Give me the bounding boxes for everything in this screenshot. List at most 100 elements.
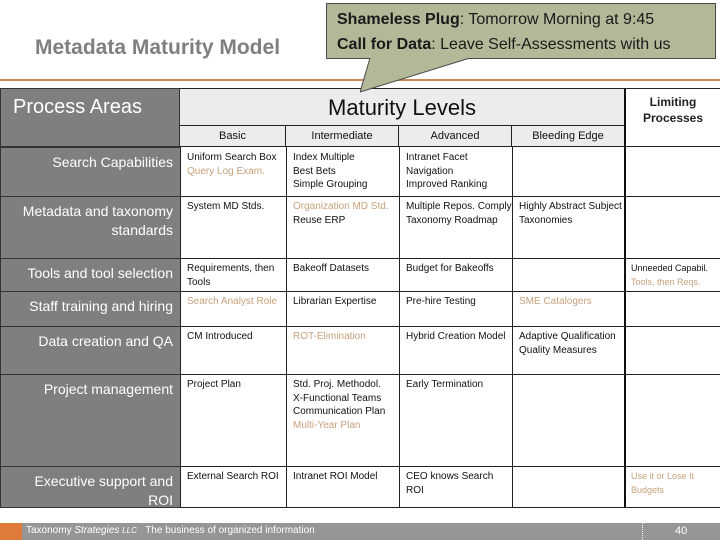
cell-item: Multi-Year Plan xyxy=(293,419,361,431)
cell-basic: CM Introduced xyxy=(180,326,286,374)
cell-basic: Requirements, then Tools xyxy=(180,258,286,291)
cell-item: Query Log Exam. xyxy=(187,165,265,177)
callout-text-1: : Tomorrow Morning at 9:45 xyxy=(459,11,655,28)
process-area-label: Project management xyxy=(0,374,180,466)
callout-line-2: Call for Data: Leave Self-Assessments wi… xyxy=(337,32,715,57)
cell-advanced: Budget for Bakeoffs xyxy=(399,258,512,291)
page-number: 40 xyxy=(675,525,688,537)
process-area-label: Executive support and ROI xyxy=(0,466,180,508)
cell-bleeding: Highly Abstract Subject Taxonomies xyxy=(512,196,624,258)
process-areas-header: Process Areas xyxy=(0,88,180,147)
footer-company: Taxonomy xyxy=(26,525,72,536)
cell-intermediate: ROT-Elimination xyxy=(286,326,399,374)
cell-item: Quality Measures xyxy=(519,344,597,356)
cell-item: Requirements, then Tools xyxy=(187,263,275,288)
footer-text: Taxonomy Strategies LLC The business of … xyxy=(26,525,315,536)
cell-item: ROT-Elimination xyxy=(293,331,366,342)
limiting-header-line-1: Limiting xyxy=(649,95,697,109)
callout-line-1: Shameless Plug: Tomorrow Morning at 9:45 xyxy=(337,7,715,32)
level-header-basic: Basic xyxy=(180,126,286,147)
cell-item: X-Functional Teams xyxy=(293,392,382,404)
cell-limiting: Unneeded Capabil. Tools, then Reqs. xyxy=(626,258,720,291)
cell-item: Simple Grouping xyxy=(293,179,368,190)
cell-item: Budget for Bakeoffs xyxy=(406,263,494,274)
cell-bleeding xyxy=(512,258,624,291)
cell-item: Index Multiple xyxy=(293,152,355,163)
cell-basic: Project Plan xyxy=(180,374,286,466)
cell-basic: Uniform Search Box Query Log Exam. xyxy=(180,147,286,196)
cell-item: System MD Stds. xyxy=(187,201,265,212)
cell-bleeding xyxy=(512,374,624,466)
footer-company-suffix: LLC xyxy=(122,526,137,535)
cell-item: Communication Plan xyxy=(293,406,386,417)
footer-company-italic: Strategies xyxy=(74,525,120,536)
cell-basic: Search Analyst Role xyxy=(180,291,286,326)
footer-tagline: The business of organized information xyxy=(145,525,315,536)
cell-item: Highly Abstract Subject xyxy=(519,201,622,212)
cell-limiting xyxy=(626,326,720,374)
cell-item: Taxonomies xyxy=(519,214,573,226)
callout-label-1: Shameless Plug xyxy=(337,11,460,28)
cell-item: Taxonomy Roadmap xyxy=(406,214,498,226)
cell-item: Tools, then Reqs. xyxy=(631,276,701,287)
cell-advanced: Intranet Facet Navigation Improved Rankin… xyxy=(399,147,512,196)
level-header-bleeding-edge: Bleeding Edge xyxy=(512,126,624,147)
cell-item: Use it or Lose It Budgets xyxy=(631,471,695,495)
callout-box: Shameless Plug: Tomorrow Morning at 9:45… xyxy=(326,3,716,59)
company-logo-icon xyxy=(0,523,22,540)
cell-limiting xyxy=(626,147,720,196)
cell-item: Intranet Facet Navigation xyxy=(406,152,468,177)
cell-advanced: CEO knows Search ROI xyxy=(399,466,512,508)
cell-intermediate: Index Multiple Best Bets Simple Grouping xyxy=(286,147,399,196)
cell-advanced: Pre-hire Testing xyxy=(399,291,512,326)
cell-item: Intranet ROI Model xyxy=(293,471,378,482)
process-area-label: Search Capabilities xyxy=(0,147,180,196)
limiting-header-line-2: Processes xyxy=(642,111,704,125)
process-area-label: Staff training and hiring xyxy=(0,291,180,326)
cell-bleeding xyxy=(512,466,624,508)
cell-limiting: Use it or Lose It Budgets xyxy=(626,466,720,508)
slide-title: Metadata Maturity Model xyxy=(35,36,281,59)
cell-item: Hybrid Creation Model xyxy=(406,331,506,342)
process-area-label: Data creation and QA xyxy=(0,326,180,374)
cell-item: Std. Proj. Methodol. xyxy=(293,379,381,390)
cell-item: External Search ROI xyxy=(187,471,279,482)
cell-item: Project Plan xyxy=(187,379,241,390)
cell-advanced: Multiple Repos. Comply Taxonomy Roadmap xyxy=(399,196,512,258)
limiting-processes-header: Limiting Processes xyxy=(624,88,720,147)
cell-bleeding: Adaptive Qualification Quality Measures xyxy=(512,326,624,374)
cell-bleeding xyxy=(512,147,624,196)
maturity-table: Process Areas Maturity Levels Basic Inte… xyxy=(0,88,720,508)
cell-intermediate: Bakeoff Datasets xyxy=(286,258,399,291)
footer-bar: Taxonomy Strategies LLC The business of … xyxy=(0,518,720,540)
cell-limiting xyxy=(626,291,720,326)
cell-item: Librarian Expertise xyxy=(293,296,377,307)
cell-item: Unneeded Capabil. xyxy=(631,263,709,273)
cell-item: Best Bets xyxy=(293,165,336,177)
cell-intermediate: Organization MD Std. Reuse ERP xyxy=(286,196,399,258)
cell-advanced: Early Termination xyxy=(399,374,512,466)
cell-item: Early Termination xyxy=(406,379,484,390)
cell-limiting xyxy=(626,196,720,258)
cell-item: Multiple Repos. Comply xyxy=(406,201,512,212)
cell-item: Adaptive Qualification xyxy=(519,331,616,342)
cell-item: Bakeoff Datasets xyxy=(293,263,369,274)
level-header-advanced: Advanced xyxy=(399,126,512,147)
cell-item: SME Catalogers xyxy=(519,296,592,307)
cell-limiting xyxy=(626,374,720,466)
callout-pointer xyxy=(360,58,471,93)
cell-basic: System MD Stds. xyxy=(180,196,286,258)
level-header-intermediate: Intermediate xyxy=(286,126,399,147)
callout-label-2: Call for Data xyxy=(337,36,432,53)
cell-item: Pre-hire Testing xyxy=(406,296,476,307)
cell-item: Reuse ERP xyxy=(293,214,346,226)
cell-bleeding: SME Catalogers xyxy=(512,291,624,326)
cell-intermediate: Std. Proj. Methodol. X-Functional Teams Co… xyxy=(286,374,399,466)
cell-item: Organization MD Std. xyxy=(293,201,389,212)
footer-divider xyxy=(642,518,643,540)
callout-text-2: : Leave Self-Assessments with us xyxy=(431,36,671,53)
cell-item: Uniform Search Box xyxy=(187,152,277,163)
cell-item: Improved Ranking xyxy=(406,179,488,190)
process-area-label: Tools and tool selection xyxy=(0,258,180,291)
cell-item: Search Analyst Role xyxy=(187,296,278,307)
